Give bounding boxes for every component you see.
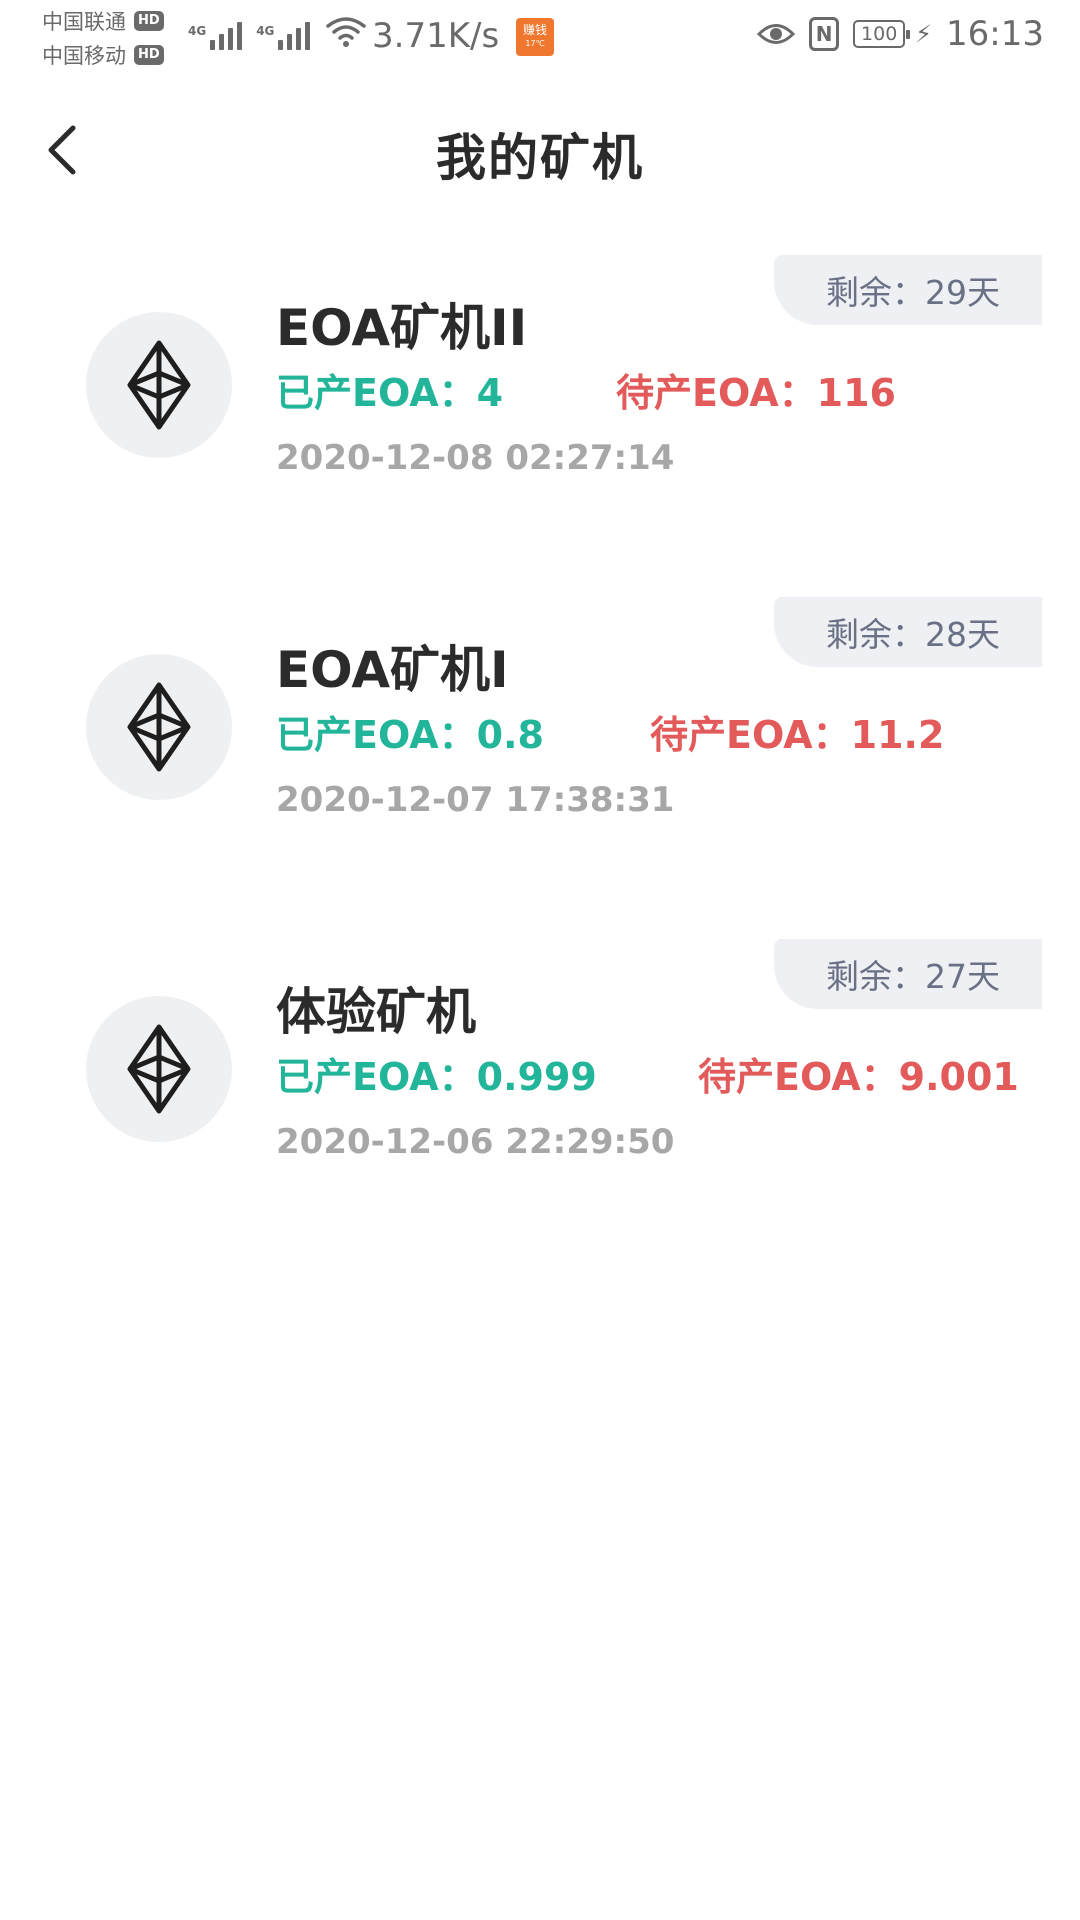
coin-avatar	[86, 996, 232, 1142]
pending-amount: 待产EOA：11.2	[650, 713, 945, 757]
carrier-2-name: 中国移动	[42, 44, 126, 68]
nfc-icon: N	[809, 17, 840, 51]
network-speed: 3.71K/s	[372, 16, 500, 56]
status-right-group: N 100 ⚡ 16:13	[757, 14, 1044, 54]
signal-group: 4G 4G	[188, 14, 368, 50]
pending-amount: 待产EOA：9.001	[698, 1055, 1019, 1099]
nav-header: 我的矿机	[0, 100, 1080, 200]
remaining-days-badge: 剩余：27天	[774, 939, 1042, 1009]
eye-icon	[757, 24, 796, 44]
remaining-days-badge: 剩余：28天	[774, 597, 1042, 667]
network-type-label: 4G	[256, 24, 275, 38]
clock: 16:13	[946, 14, 1044, 54]
ethereum-icon	[127, 340, 191, 430]
network-type-label: 4G	[188, 24, 207, 38]
page-title: 我的矿机	[436, 129, 644, 187]
app-badge-text: 赚钱	[522, 23, 547, 37]
carrier-info: 中国联通 HD 中国移动 HD	[42, 4, 164, 72]
miner-name: 体验矿机	[276, 983, 476, 1041]
miner-card[interactable]: 剩余：28天 EOA矿机I 已产EOA：0.8 待产EOA：11.2 2020-…	[0, 592, 1080, 934]
pending-amount: 待产EOA：116	[616, 371, 896, 415]
app-notification-icon: 赚钱 17℃	[516, 18, 554, 56]
ethereum-icon	[127, 682, 191, 772]
signal-icon: 4G	[188, 22, 243, 50]
miner-card[interactable]: 剩余：27天 体验矿机 已产EOA：0.999 待产EOA：9.001 2020…	[0, 934, 1080, 1276]
produced-amount: 已产EOA：4	[276, 371, 504, 415]
hd-badge: HD	[134, 45, 164, 65]
coin-avatar	[86, 654, 232, 800]
miner-list: 剩余：29天 EOA矿机II 已产EOA：4 待产EOA：116 2020-12…	[0, 250, 1080, 1276]
wifi-icon	[326, 17, 367, 47]
hd-badge: HD	[134, 11, 164, 31]
purchase-date: 2020-12-08 02:27:14	[276, 438, 675, 478]
purchase-date: 2020-12-06 22:29:50	[276, 1122, 675, 1162]
miner-name: EOA矿机II	[276, 299, 528, 357]
battery-icon: 100	[853, 20, 911, 48]
carrier-1: 中国联通 HD	[42, 4, 164, 38]
miner-name: EOA矿机I	[276, 641, 509, 699]
app-badge-subtext: 17℃	[525, 39, 545, 48]
carrier-2: 中国移动 HD	[42, 38, 164, 72]
carrier-1-name: 中国联通	[42, 10, 126, 34]
ethereum-icon	[127, 1024, 191, 1114]
produced-amount: 已产EOA：0.999	[276, 1055, 597, 1099]
coin-avatar	[86, 312, 232, 458]
charging-icon: ⚡	[915, 20, 933, 48]
miner-card[interactable]: 剩余：29天 EOA矿机II 已产EOA：4 待产EOA：116 2020-12…	[0, 250, 1080, 592]
remaining-days-badge: 剩余：29天	[774, 255, 1042, 325]
signal-icon: 4G	[256, 22, 311, 50]
status-bar: 中国联通 HD 中国移动 HD 4G 4G 3.71K/s 赚钱 17℃ N 1…	[0, 0, 1080, 76]
produced-amount: 已产EOA：0.8	[276, 713, 544, 757]
purchase-date: 2020-12-07 17:38:31	[276, 780, 675, 820]
